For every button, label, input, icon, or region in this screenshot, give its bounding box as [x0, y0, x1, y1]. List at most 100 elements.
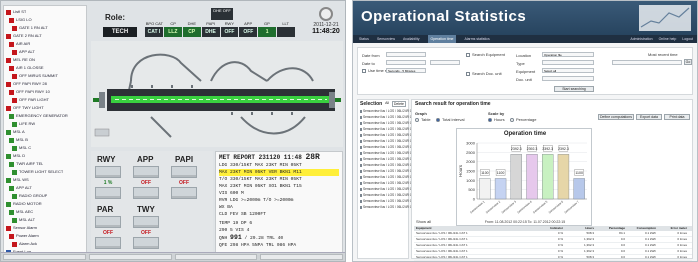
- define-computations-button[interactable]: Define computations: [598, 114, 634, 120]
- papi-light-button[interactable]: [171, 166, 197, 178]
- tree-item[interactable]: GATE 2 RN ALT: [6, 32, 84, 40]
- tree-item[interactable]: MEL RE ON: [6, 56, 84, 64]
- date-to-input[interactable]: [386, 60, 426, 65]
- selection-item[interactable]: Sensorview ilus / LOS / 06L/24R CAT 1: [358, 204, 419, 210]
- tree-item[interactable]: MSL AEC: [6, 208, 84, 216]
- timespan-select[interactable]: Seconds - 5 Minutes: [386, 68, 426, 73]
- print-data-button[interactable]: Print data: [664, 114, 690, 120]
- selection-checkbox[interactable]: [360, 199, 362, 203]
- selection-checkbox[interactable]: [360, 187, 362, 191]
- tree-item[interactable]: MSL A: [6, 128, 84, 136]
- par-light-button[interactable]: [95, 216, 121, 228]
- selection-checkbox[interactable]: [360, 109, 362, 113]
- total-interval-radio[interactable]: [436, 118, 440, 122]
- menu-item[interactable]: Status: [359, 35, 369, 43]
- control-cell[interactable]: [277, 27, 295, 37]
- type-select[interactable]: [542, 60, 594, 65]
- selection-checkbox[interactable]: [360, 115, 362, 119]
- tree-item[interactable]: EMERGENCY GENERATOR: [6, 112, 84, 120]
- selection-checkbox[interactable]: [360, 151, 362, 155]
- control-cell[interactable]: CP: [182, 27, 201, 37]
- export-data-button[interactable]: Export data: [636, 114, 662, 120]
- menu-item[interactable]: Online help: [659, 35, 677, 43]
- selection-delete-button[interactable]: Delete: [391, 101, 406, 107]
- tree-item[interactable]: OFF PAPI RWY 28: [6, 80, 84, 88]
- role-value[interactable]: TECH: [103, 27, 137, 37]
- tree-item[interactable]: RADIO GROUP: [6, 192, 84, 200]
- tree-item[interactable]: Alarm Ack: [6, 240, 84, 248]
- selection-checkbox[interactable]: [360, 145, 362, 149]
- selection-checkbox[interactable]: [360, 169, 362, 173]
- app-light-step-button[interactable]: [133, 187, 159, 199]
- twy-light-step-button[interactable]: [133, 237, 159, 249]
- use-timespan-checkbox[interactable]: [362, 69, 366, 73]
- tree-item[interactable]: MSL D: [6, 152, 84, 160]
- twy-light-button[interactable]: [133, 216, 159, 228]
- doc-unit-input[interactable]: [542, 76, 594, 81]
- selection-checkbox[interactable]: [360, 139, 362, 143]
- tree-item[interactable]: Lisfi ST: [6, 8, 84, 16]
- control-cell[interactable]: CAT I: [145, 27, 163, 37]
- hours-radio[interactable]: [488, 118, 492, 122]
- selection-all-label[interactable]: All: [385, 101, 389, 107]
- tree-item[interactable]: TWR AIRF TEL: [6, 160, 84, 168]
- tree-item[interactable]: MSL WS: [6, 176, 84, 184]
- app-light-button[interactable]: [133, 166, 159, 178]
- menu-item[interactable]: Administration: [630, 35, 652, 43]
- tree-item[interactable]: LIFE RW: [6, 120, 84, 128]
- start-search-button[interactable]: Start searching: [554, 86, 594, 92]
- go-button[interactable]: Go: [684, 59, 692, 65]
- tree-item[interactable]: OFF PAR LIGHT: [6, 96, 84, 104]
- tree-item[interactable]: TOWER LIGHT SELECT: [6, 168, 84, 176]
- menu-item[interactable]: Logout: [682, 35, 693, 43]
- tree-item[interactable]: AIR AIR: [6, 40, 84, 48]
- tree-item[interactable]: OFF TWY LIGHT: [6, 104, 84, 112]
- most-recent-select[interactable]: [612, 60, 682, 65]
- tree-item[interactable]: MSL C: [6, 144, 84, 152]
- equipment-select[interactable]: Select all: [542, 68, 594, 73]
- tree-item[interactable]: LSIG LO: [6, 16, 84, 24]
- tree-item[interactable]: OFF PAPI RWY 10: [6, 88, 84, 96]
- tree-item[interactable]: MSL B: [6, 136, 84, 144]
- tree-item[interactable]: GATE 1 RN ALT: [6, 24, 84, 32]
- selection-checkbox[interactable]: [360, 157, 362, 161]
- airfield-lighting-map[interactable]: [91, 41, 343, 147]
- table-row[interactable]: Sensorview ilus / LOS / 06L/24L CAT 1 0 %…: [414, 255, 692, 261]
- tree-item[interactable]: AIR 1 GLOSSE: [6, 64, 84, 72]
- tree-item[interactable]: APP ALT: [6, 48, 84, 56]
- selection-checkbox[interactable]: [360, 175, 362, 179]
- search-doc-radio[interactable]: [466, 72, 470, 76]
- control-cell[interactable]: OFF: [239, 27, 258, 37]
- table-link[interactable]: Show all: [416, 219, 431, 224]
- papi-light-step-button[interactable]: [171, 187, 197, 199]
- table-radio[interactable]: [415, 118, 419, 122]
- selection-checkbox[interactable]: [360, 181, 362, 185]
- selection-checkbox[interactable]: [360, 121, 362, 125]
- control-cell[interactable]: OFF: [220, 27, 239, 37]
- menu-item[interactable]: Availability: [403, 35, 419, 43]
- selection-checkbox[interactable]: [360, 133, 362, 137]
- time-to-input[interactable]: [430, 60, 460, 65]
- tree-item[interactable]: Sensor Alarm: [6, 224, 84, 232]
- tree-item[interactable]: OFF MIRUS SUMMIT: [6, 72, 84, 80]
- rwy-light-step-button[interactable]: [95, 187, 121, 199]
- control-cell[interactable]: 1: [258, 27, 277, 37]
- selection-checkbox[interactable]: [360, 193, 362, 197]
- location-select[interactable]: Operation file: [542, 52, 594, 57]
- selection-checkbox[interactable]: [360, 127, 362, 131]
- selection-checkbox[interactable]: [360, 205, 362, 209]
- tree-item[interactable]: Power Alarm: [6, 232, 84, 240]
- control-cell[interactable]: LLZ: [163, 27, 182, 37]
- control-cell[interactable]: DHE: [201, 27, 220, 37]
- tree-item[interactable]: MSL ALT: [6, 216, 84, 224]
- menu-item[interactable]: Alarms statistics: [464, 35, 489, 43]
- percentage-radio[interactable]: [510, 118, 514, 122]
- tree-item[interactable]: APP ALT: [6, 184, 84, 192]
- menu-item[interactable]: Sensorview: [377, 35, 395, 43]
- date-from-input[interactable]: [386, 52, 426, 57]
- selection-checkbox[interactable]: [360, 163, 362, 167]
- equipment-tree[interactable]: Lisfi ST LSIG LO GATE 1 RN ALT GATE 2 RN AL…: [3, 5, 87, 259]
- par-light-step-button[interactable]: [95, 237, 121, 249]
- tree-item[interactable]: RADIO MOTOR: [6, 200, 84, 208]
- menu-item[interactable]: Operation time: [427, 35, 457, 43]
